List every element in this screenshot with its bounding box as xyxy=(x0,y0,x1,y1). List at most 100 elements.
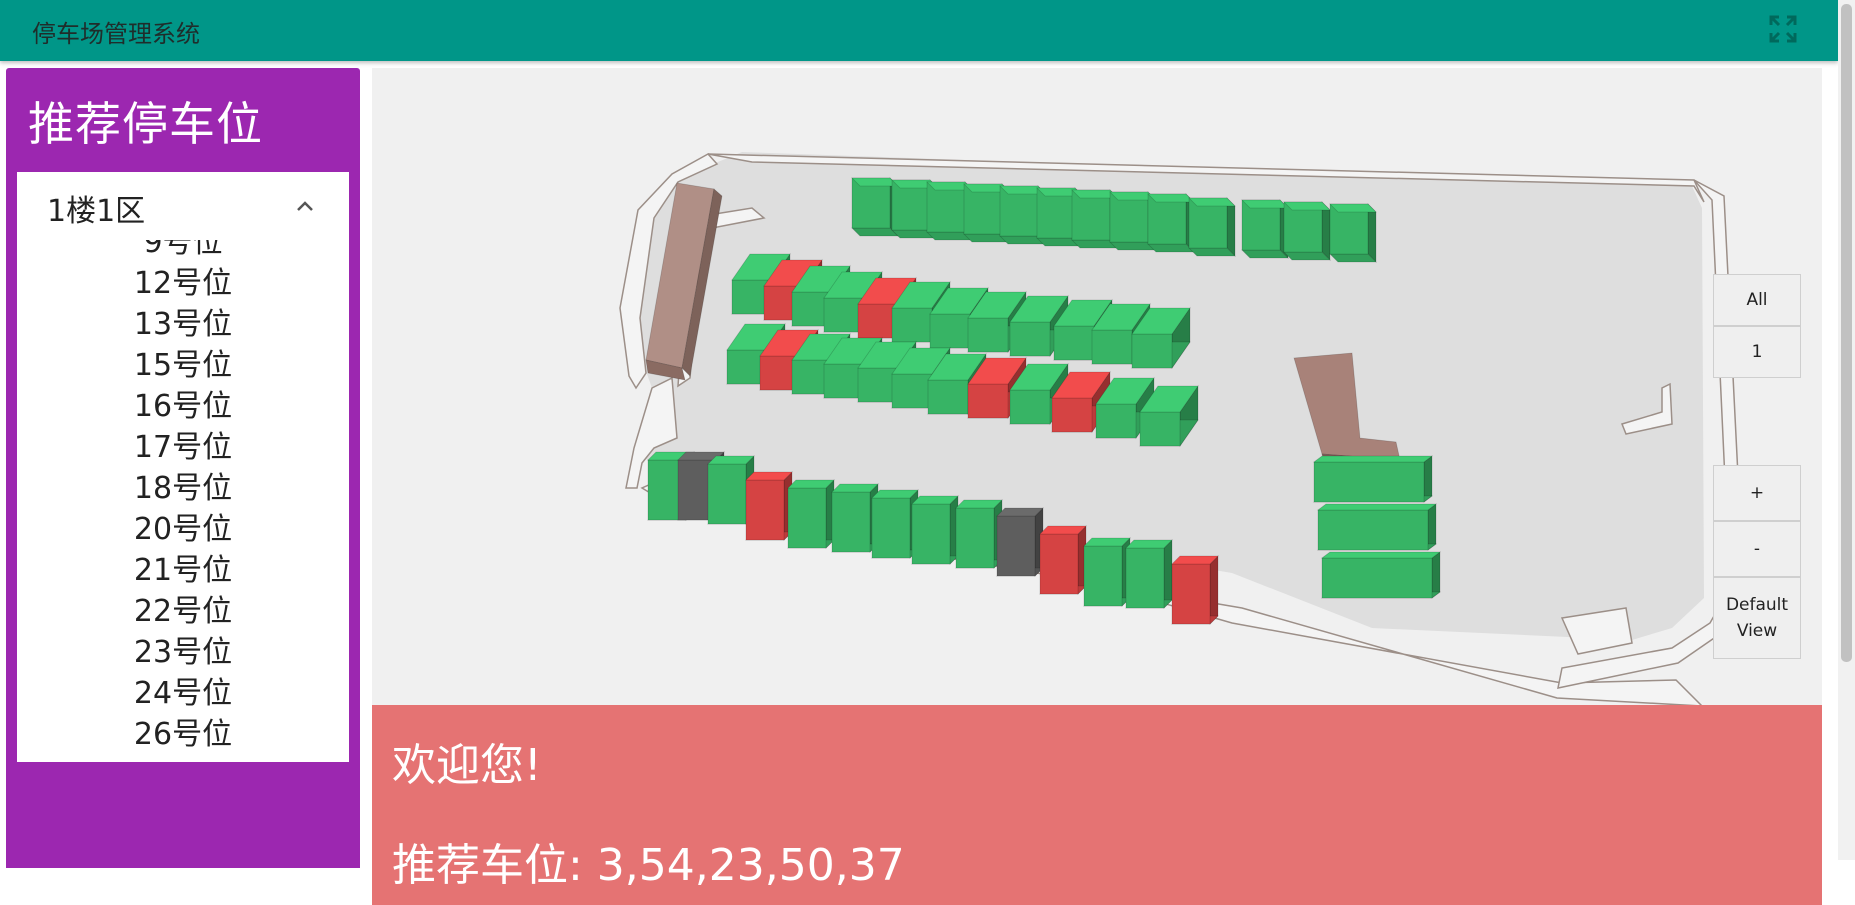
spot-front xyxy=(787,487,827,549)
spot-top xyxy=(996,507,1044,517)
spot-front xyxy=(911,503,951,565)
spot-top xyxy=(745,471,793,481)
spot-row1-1[interactable] xyxy=(851,177,899,237)
spot-list-item[interactable]: 24号位 xyxy=(17,673,349,714)
spot-top xyxy=(955,499,1003,509)
spot-right-3[interactable] xyxy=(1320,551,1442,599)
parking-3d-view[interactable]: All 1 + - Default View xyxy=(372,68,1822,707)
spot-top xyxy=(707,455,755,465)
spot-row1-9[interactable] xyxy=(1147,193,1195,253)
spot-list-item[interactable]: 18号位 xyxy=(17,468,349,509)
spot-front xyxy=(967,383,1009,419)
spot-front-bottom xyxy=(851,227,899,237)
spot-list-item[interactable]: 16号位 xyxy=(17,386,349,427)
spot-list-item[interactable]: 9号位 xyxy=(17,240,349,263)
spot-list-item[interactable]: 26号位 xyxy=(17,714,349,755)
spot-row1-10[interactable] xyxy=(1188,197,1236,257)
spot-top xyxy=(1188,197,1236,207)
chevron-up-icon[interactable] xyxy=(295,196,315,216)
spot-row4-5[interactable] xyxy=(787,479,835,549)
fullscreen-icon[interactable] xyxy=(1768,14,1798,44)
spot-list-item[interactable]: 12号位 xyxy=(17,263,349,304)
spot-row1-13[interactable] xyxy=(1329,203,1377,263)
spot-list-item[interactable]: 22号位 xyxy=(17,591,349,632)
spot-front xyxy=(707,463,747,525)
spot-row4-7[interactable] xyxy=(871,489,919,559)
welcome-panel: 欢迎您! 推荐车位: 3,54,23,50,37 xyxy=(372,705,1822,905)
spot-right-1[interactable] xyxy=(1312,455,1434,503)
app-bar: 停车场管理系统 xyxy=(0,0,1838,61)
spot-front xyxy=(967,317,1009,353)
spot-list-item[interactable]: 13号位 xyxy=(17,304,349,345)
spot-front xyxy=(1039,533,1079,595)
spot-top xyxy=(1083,537,1131,547)
spot-list-item[interactable]: 20号位 xyxy=(17,509,349,550)
spot-row4-11[interactable] xyxy=(1039,525,1087,595)
spot-row4-14[interactable] xyxy=(1171,555,1219,625)
spot-row4-13[interactable] xyxy=(1125,539,1173,609)
spot-top xyxy=(831,483,879,493)
spot-right-2[interactable] xyxy=(1316,503,1438,551)
spot-front xyxy=(1051,397,1093,433)
spot-side xyxy=(1321,201,1331,261)
spot-front xyxy=(831,491,871,553)
spot-row4-4[interactable] xyxy=(745,471,793,541)
zone-panel-header[interactable]: 1楼1区 xyxy=(17,172,349,240)
spot-front xyxy=(1321,557,1433,599)
spot-front xyxy=(1313,461,1425,503)
spot-top xyxy=(1283,201,1331,211)
spot-top xyxy=(1147,193,1195,203)
app-title: 停车场管理系统 xyxy=(32,20,200,48)
spot-row4-6[interactable] xyxy=(831,483,879,553)
sidebar-title: 推荐停车位 xyxy=(28,97,263,151)
zoom-out-button[interactable]: - xyxy=(1713,521,1801,577)
spot-front xyxy=(1131,333,1173,369)
zone-panel: 1楼1区 9号位 12号位 13号位 15号位 16号位 17号位 18号位 20号位 21号位… xyxy=(17,172,349,762)
spot-front xyxy=(927,379,969,415)
spot-front-bottom xyxy=(1241,249,1289,259)
spot-top xyxy=(1125,539,1173,549)
spot-front xyxy=(955,507,995,569)
spot-top xyxy=(1312,455,1434,463)
spot-front xyxy=(1125,547,1165,609)
spot-front xyxy=(1009,321,1051,357)
spot-front xyxy=(871,497,911,559)
spot-top xyxy=(1320,551,1442,559)
spot-row4-8[interactable] xyxy=(911,495,959,565)
recommend-sidebar: 推荐停车位 1楼1区 9号位 12号位 13号位 15号位 16号位 17号位 18号位 20… xyxy=(6,68,360,868)
spot-top xyxy=(1171,555,1219,565)
spot-side xyxy=(1367,203,1377,263)
spot-list-item[interactable]: 17号位 xyxy=(17,427,349,468)
spot-side xyxy=(1226,197,1236,257)
spot-front xyxy=(929,313,971,349)
spot-list-item[interactable]: 15号位 xyxy=(17,345,349,386)
spot-row1-12[interactable] xyxy=(1283,201,1331,261)
spot-row4-12[interactable] xyxy=(1083,537,1131,607)
parking-lot-map[interactable] xyxy=(372,68,1822,707)
spot-front xyxy=(996,515,1036,577)
view-all-button[interactable]: All xyxy=(1713,274,1801,326)
spot-top xyxy=(911,495,959,505)
spot-list-item[interactable]: 21号位 xyxy=(17,550,349,591)
page-scrollbar-thumb[interactable] xyxy=(1841,4,1852,662)
default-view-button[interactable]: Default View xyxy=(1713,577,1801,659)
floor-1-button[interactable]: 1 xyxy=(1713,326,1801,378)
spot-row1-11[interactable] xyxy=(1241,199,1289,259)
spot-front xyxy=(1053,325,1095,361)
spot-side xyxy=(1431,551,1441,599)
spot-front-bottom xyxy=(1147,243,1195,253)
recommended-spots: 推荐车位: 3,54,23,50,37 xyxy=(392,840,905,891)
zoom-in-button[interactable]: + xyxy=(1713,465,1801,521)
spot-list-items: 9号位 12号位 13号位 15号位 16号位 17号位 18号位 20号位 21号位 22号位 2… xyxy=(17,240,349,755)
spot-front xyxy=(1317,509,1429,551)
spot-front xyxy=(745,479,785,541)
spot-list-item[interactable]: 23号位 xyxy=(17,632,349,673)
spot-side xyxy=(1209,555,1219,625)
spot-front-bottom xyxy=(1188,247,1236,257)
spot-list[interactable]: 9号位 12号位 13号位 15号位 16号位 17号位 18号位 20号位 21号位 22号位 2… xyxy=(17,240,349,762)
spot-row4-9[interactable] xyxy=(955,499,1003,569)
spot-row4-10[interactable] xyxy=(996,507,1044,577)
spot-top xyxy=(1329,203,1377,213)
spot-front-bottom xyxy=(1283,251,1331,261)
spot-side xyxy=(1163,539,1173,609)
